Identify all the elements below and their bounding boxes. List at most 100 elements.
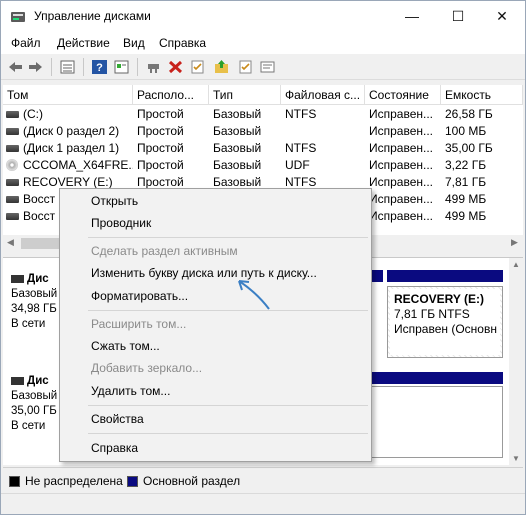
maximize-button[interactable]: ☐ [435,1,481,32]
cell-type: Базовый [213,107,262,121]
volume-icon [6,145,19,152]
disk-1-type: Базовый [11,390,58,402]
menu-bar: Файл Действие Вид Справка [1,32,525,54]
disk-0-type: Базовый [11,288,58,300]
cell-layout: Простой [137,124,184,138]
vertical-scrollbar[interactable]: ▲ ▼ [509,258,523,466]
close-button[interactable]: ✕ [479,1,525,32]
volume-icon [6,196,19,203]
cell-layout: Простой [137,158,184,172]
toolbar-separator [137,58,138,76]
menu-separator [88,405,368,406]
help-icon[interactable]: ? [91,59,108,75]
legend-unallocated: Не распределена [25,474,123,488]
legend: Не распределена Основной раздел [3,467,523,493]
unallocated-swatch [9,476,20,487]
checklist-icon[interactable] [237,59,254,75]
cell-type: Базовый [213,124,262,138]
menu-separator [88,237,368,238]
disk-management-app-icon [11,12,25,22]
table-cell: 26,58 ГБ [441,106,523,123]
table-row[interactable]: (Диск 1 раздел 1) Простой Базовый NTFS Испра… [3,140,523,157]
scroll-left-arrow-icon[interactable]: ◀ [7,237,14,248]
column-header-status[interactable]: Состояние [365,85,441,105]
menu-help[interactable]: Справка [159,36,206,50]
list-view-icon[interactable] [59,59,76,75]
disk-1-partition-block[interactable] [371,386,503,458]
volume-icon [6,213,19,220]
menu-item-shrink-volume[interactable]: Сжать том... [91,337,160,355]
cell-status: Исправен... [369,141,434,155]
table-row[interactable]: (C:) Простой Базовый NTFS Исправен... 26,58 Г… [3,106,523,123]
cell-capacity: 499 МБ [445,192,487,206]
cell-fs: UDF [285,158,310,172]
toolbar-separator [83,58,84,76]
disk-0-title: Дис [27,273,49,285]
cell-name: CCCOMA_X64FRE... [23,158,133,172]
menu-item-delete-volume[interactable]: Удалить том... [91,382,170,400]
window-title: Управление дисками [34,9,151,23]
svg-text:?: ? [96,62,103,74]
connect-icon[interactable] [145,59,162,75]
disk-0-state: В сети [11,318,46,330]
cell-capacity: 26,58 ГБ [445,107,493,121]
disk-0-info[interactable]: Дис Базовый 34,98 ГБ В сети [11,272,59,332]
cell-name: Восст [23,192,56,206]
cell-layout: Простой [137,175,184,189]
details-icon[interactable] [259,59,276,75]
table-cell: 499 МБ [441,191,523,208]
menu-item-help[interactable]: Справка [91,439,138,457]
checklist-icon[interactable] [189,59,206,75]
folder-up-icon[interactable] [213,59,230,75]
table-row[interactable]: (Диск 0 раздел 2) Простой Базовый Исправен.… [3,123,523,140]
column-header-volume[interactable]: Том [3,85,133,105]
menu-view[interactable]: Вид [123,36,145,50]
table-cell: Простой [133,140,209,157]
table-cell: NTFS [281,106,365,123]
hard-disk-icon [11,274,24,283]
menu-action[interactable]: Действие [57,36,110,50]
hard-disk-icon [11,376,24,385]
toolbar: ? [1,54,525,80]
cell-name: (C:) [23,107,43,121]
table-row[interactable]: CCCOMA_X64FRE... Простой Базовый UDF Исправе… [3,157,523,174]
column-header-type[interactable]: Тип [209,85,281,105]
scroll-up-arrow-icon[interactable]: ▲ [512,260,520,269]
disk-1-info[interactable]: Дис Базовый 35,00 ГБ В сети [11,374,59,434]
minimize-button[interactable]: — [389,1,435,32]
context-menu: Открыть Проводник Сделать раздел активны… [59,188,372,462]
partition-header-bar [371,372,503,384]
forward-arrow-icon[interactable] [27,59,44,75]
annotation-arrow-icon [238,280,270,310]
legend-primary-partition: Основной раздел [143,474,241,488]
recovery-partition-title: RECOVERY (E:) [394,292,485,306]
scroll-down-arrow-icon[interactable]: ▼ [512,454,520,463]
menu-item-properties[interactable]: Свойства [91,410,144,428]
table-cell: 7,81 ГБ [441,174,523,191]
menu-item-format[interactable]: Форматировать... [91,287,188,305]
cell-fs: NTFS [285,107,317,121]
recovery-partition-size: 7,81 ГБ NTFS [394,307,470,321]
cell-capacity: 100 МБ [445,124,487,138]
delete-icon[interactable] [167,59,184,75]
recovery-partition-block[interactable]: RECOVERY (E:) 7,81 ГБ NTFS Исправен (Осн… [387,286,503,358]
scroll-right-arrow-icon[interactable]: ▶ [511,237,518,248]
properties-icon[interactable] [113,59,130,75]
menu-file[interactable]: Файл [11,36,41,50]
menu-item-change-drive-letter[interactable]: Изменить букву диска или путь к диску... [91,264,317,282]
menu-item-explorer[interactable]: Проводник [91,214,151,232]
table-cell: NTFS [281,140,365,157]
table-cell: 3,22 ГБ [441,157,523,174]
column-header-capacity[interactable]: Емкость [441,85,523,105]
cd-icon [6,159,18,171]
table-cell: Исправен... [365,140,441,157]
menu-item-open[interactable]: Открыть [91,192,138,210]
cell-status: Исправен... [369,192,434,206]
column-header-filesystem[interactable]: Файловая с... [281,85,365,105]
column-header-layout[interactable]: Располо... [133,85,209,105]
back-arrow-icon[interactable] [7,59,24,75]
table-cell: Исправен... [365,123,441,140]
cell-type: Базовый [213,158,262,172]
partition-header-bar [371,270,383,282]
disk-1-size: 35,00 ГБ [11,405,57,417]
